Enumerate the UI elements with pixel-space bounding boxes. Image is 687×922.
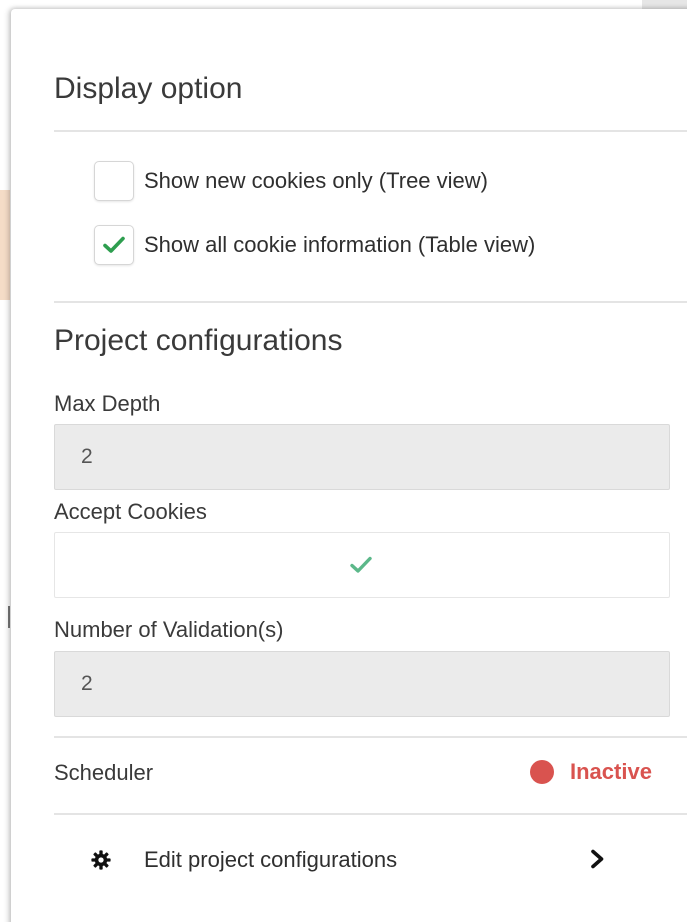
table-view-label: Show all cookie information (Table view) [144,232,536,257]
edit-project-configurations-button[interactable]: Edit project configurations [90,836,630,884]
validations-label: Number of Validation(s) [54,617,284,642]
tree-view-checkbox[interactable] [94,161,134,201]
option-tree-view[interactable]: Show new cookies only (Tree view) [94,159,488,203]
page: Display option Show new cookies only (Tr… [0,0,687,922]
checkmark-icon [103,236,125,253]
table-view-checkbox[interactable] [94,225,134,265]
divider [54,813,687,815]
accept-cookies-field[interactable] [54,532,670,598]
option-table-view[interactable]: Show all cookie information (Table view) [94,223,535,267]
project-configurations-title: Project configurations [54,324,343,357]
edit-project-configurations-label: Edit project configurations [144,847,398,872]
checkmark-icon [350,556,372,573]
max-depth-field[interactable]: 2 [54,424,670,490]
background-accent [0,190,10,300]
divider [54,301,687,303]
tree-view-label: Show new cookies only (Tree view) [144,168,488,193]
scheduler-status: Inactive [530,759,652,785]
background-tick [8,606,10,628]
divider [54,736,687,738]
status-dot-icon [530,760,554,784]
display-option-title: Display option [54,72,243,105]
max-depth-label: Max Depth [54,391,161,416]
accept-cookies-label: Accept Cookies [54,499,207,524]
scheduler-label: Scheduler [54,760,154,785]
validations-field[interactable]: 2 [54,651,670,717]
divider [54,130,687,132]
scheduler-status-text: Inactive [570,759,652,784]
chevron-right-icon [590,849,606,874]
gear-icon [90,850,112,870]
